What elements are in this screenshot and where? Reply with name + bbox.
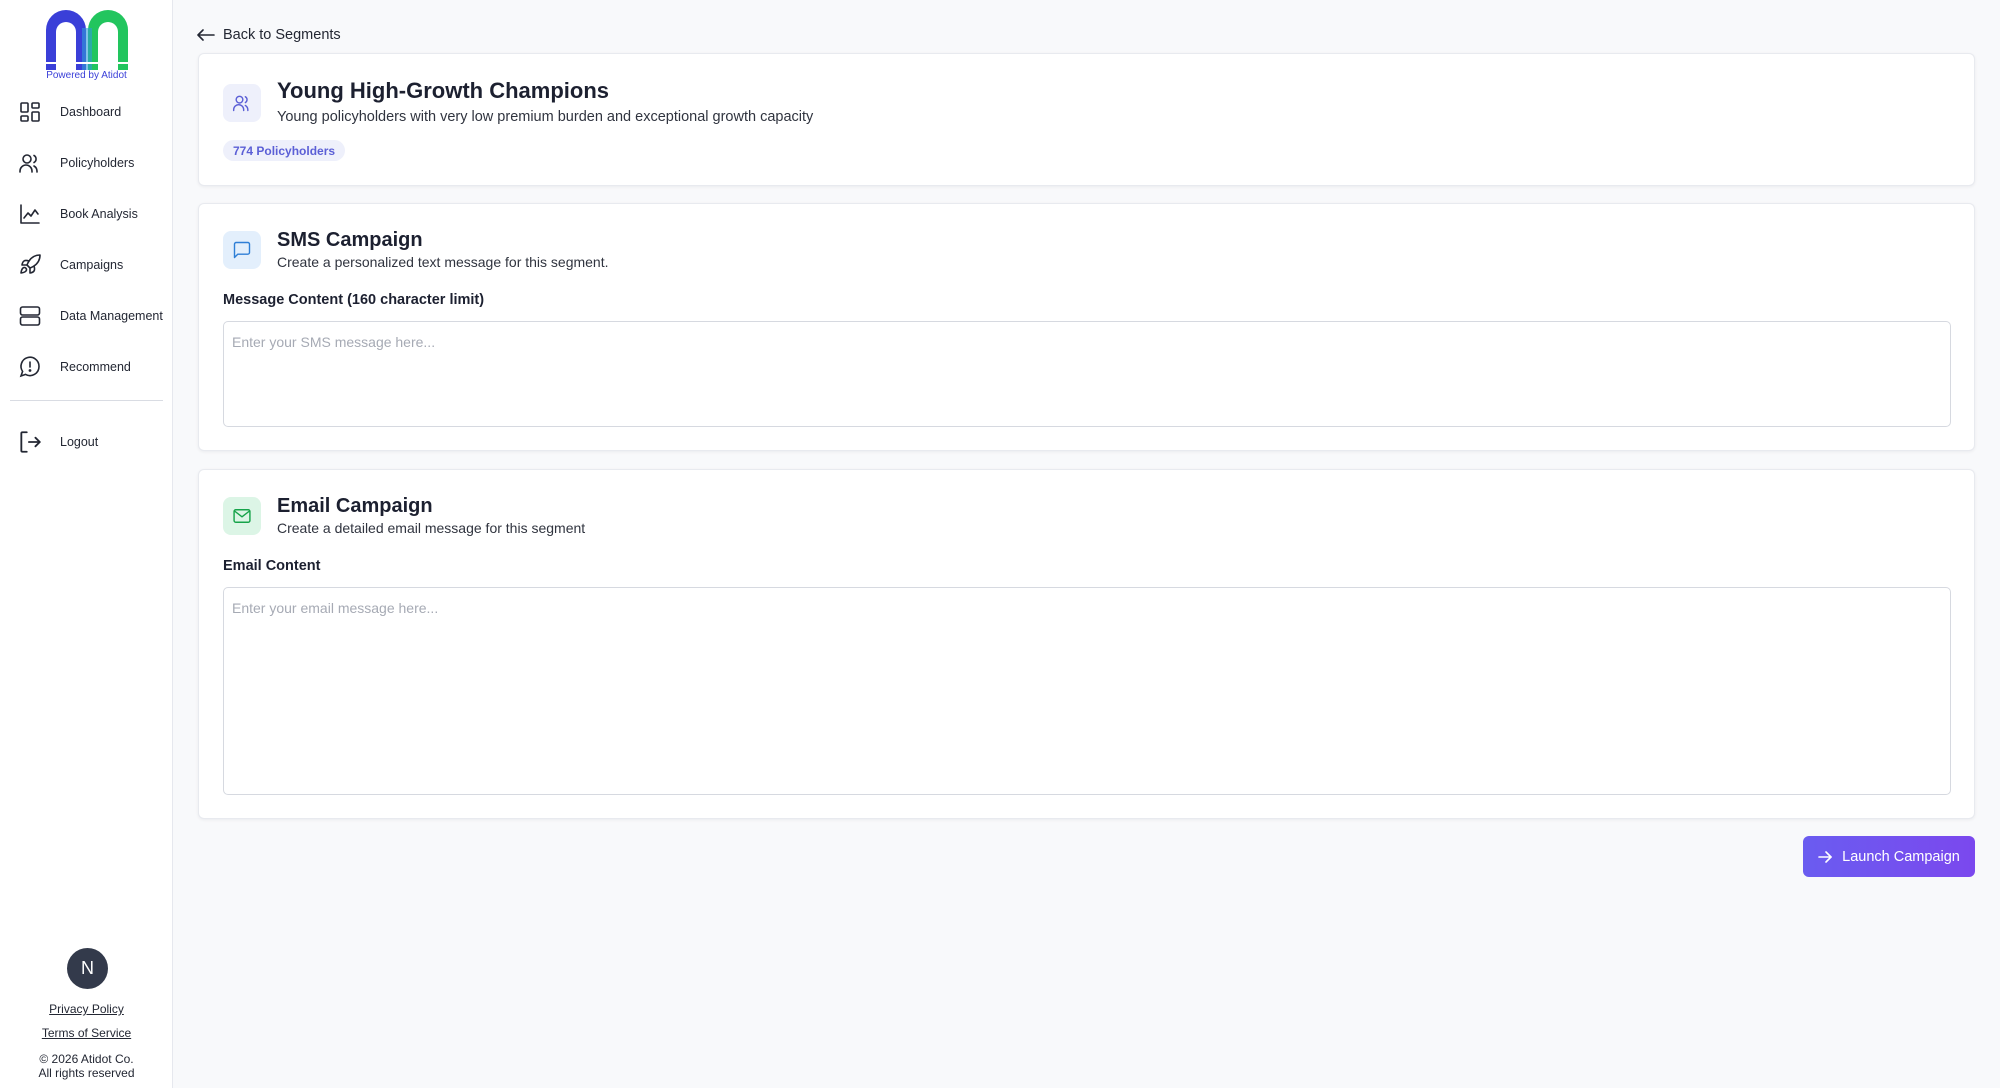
email-campaign-title: Email Campaign bbox=[277, 495, 433, 517]
sidebar-item-campaigns[interactable]: Campaigns bbox=[14, 245, 164, 285]
email-campaign-card: Email Campaign Create a detailed email m… bbox=[198, 469, 1975, 819]
arrow-right-icon bbox=[1818, 850, 1832, 863]
server-icon bbox=[14, 300, 46, 332]
copyright-text: © 2026 Atidot Co. bbox=[39, 1052, 134, 1066]
logout-button[interactable]: Logout bbox=[14, 422, 164, 462]
segment-title: Young High-Growth Champions bbox=[277, 78, 609, 103]
logo-mark-icon bbox=[42, 10, 132, 70]
privacy-policy-link[interactable]: Privacy Policy bbox=[0, 1002, 173, 1016]
powered-by-caption: Powered by Atidot bbox=[46, 70, 127, 81]
nav-divider bbox=[10, 400, 163, 401]
sidebar-item-label: Data Management bbox=[60, 309, 163, 323]
sidebar-item-book-analysis[interactable]: Book Analysis bbox=[14, 194, 164, 234]
sidebar-item-label: Recommend bbox=[60, 360, 131, 374]
sidebar-item-label: Dashboard bbox=[60, 105, 122, 119]
rights-text: All rights reserved bbox=[38, 1066, 135, 1080]
sidebar-item-recommend[interactable]: Recommend bbox=[14, 347, 164, 387]
segment-icon-tile bbox=[223, 84, 261, 122]
segment-description: Young policyholders with very low premiu… bbox=[277, 109, 814, 125]
email-icon-tile bbox=[223, 497, 261, 535]
logout-icon bbox=[14, 426, 46, 458]
sms-icon-tile bbox=[223, 231, 261, 269]
avatar[interactable]: N bbox=[67, 948, 108, 989]
sidebar-item-label: Policyholders bbox=[60, 156, 135, 170]
message-square-icon bbox=[233, 241, 251, 259]
sidebar-item-data-management[interactable]: Data Management bbox=[14, 296, 164, 336]
back-label: Back to Segments bbox=[223, 27, 341, 43]
alert-message-icon bbox=[14, 351, 46, 383]
sms-campaign-subtitle: Create a personalized text message for t… bbox=[277, 254, 609, 270]
dashboard-grid-icon bbox=[14, 96, 46, 128]
line-chart-icon bbox=[14, 198, 46, 230]
policyholders-count-badge: 774 Policyholders bbox=[223, 140, 346, 161]
sms-campaign-title: SMS Campaign bbox=[277, 229, 423, 251]
rocket-icon bbox=[14, 249, 46, 281]
sms-field-label: Message Content (160 character limit) bbox=[223, 292, 485, 308]
segment-card: Young High-Growth Champions Young policy… bbox=[198, 53, 1975, 186]
arrow-left-icon bbox=[197, 28, 215, 42]
sms-campaign-card: SMS Campaign Create a personalized text … bbox=[198, 203, 1975, 451]
launch-campaign-button[interactable]: Launch Campaign bbox=[1803, 836, 1975, 877]
sms-message-input[interactable] bbox=[223, 321, 1951, 427]
terms-of-service-link[interactable]: Terms of Service bbox=[0, 1026, 173, 1040]
sidebar-item-label: Campaigns bbox=[60, 258, 124, 272]
launch-campaign-label: Launch Campaign bbox=[1842, 848, 1960, 865]
logout-label: Logout bbox=[60, 435, 99, 449]
sidebar-item-label: Book Analysis bbox=[60, 207, 138, 221]
users-icon bbox=[14, 147, 46, 179]
sidebar-item-dashboard[interactable]: Dashboard bbox=[14, 92, 164, 132]
back-to-segments-link[interactable]: Back to Segments bbox=[197, 24, 341, 46]
sidebar-item-policyholders[interactable]: Policyholders bbox=[14, 143, 164, 183]
email-campaign-subtitle: Create a detailed email message for this… bbox=[277, 520, 586, 536]
sidebar: Powered by Atidot Dashboard Policyholder… bbox=[0, 0, 173, 1088]
users-icon bbox=[232, 95, 249, 112]
mail-icon bbox=[233, 509, 251, 523]
email-field-label: Email Content bbox=[223, 558, 321, 574]
email-message-input[interactable] bbox=[223, 587, 1951, 795]
